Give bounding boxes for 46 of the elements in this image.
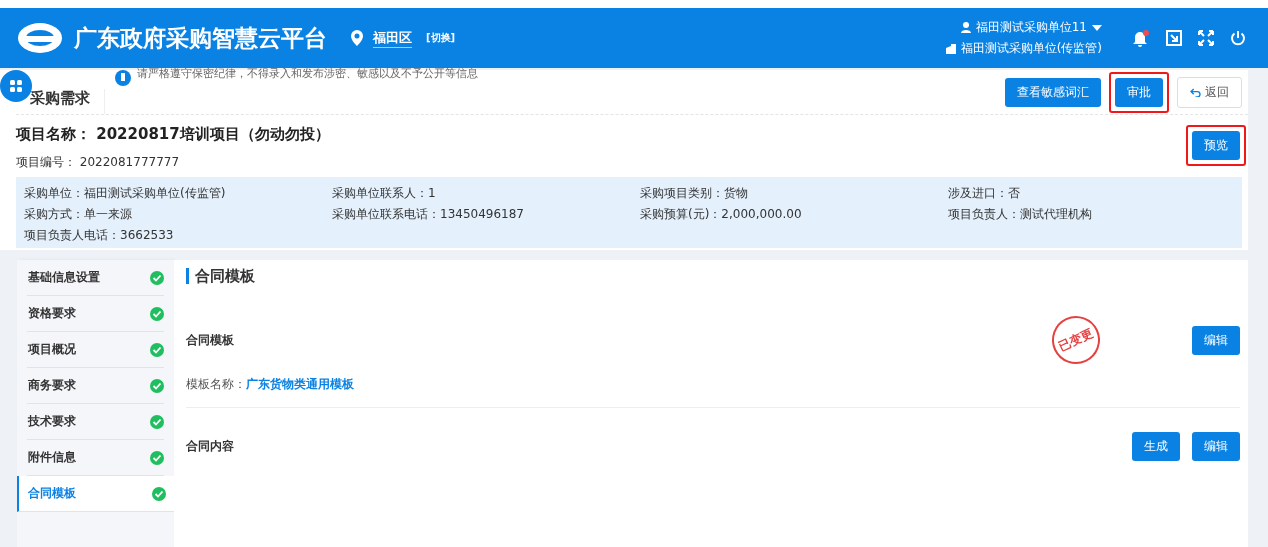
subsection-title: 合同模板 bbox=[186, 331, 234, 349]
template-link[interactable]: 广东货物类通用模板 bbox=[246, 377, 354, 391]
project-number: 项目编号： 2022081777777 bbox=[16, 154, 181, 171]
info-field: 采购单位：福田测试采购单位(传监管) bbox=[24, 185, 332, 202]
subsection-title: 合同内容 bbox=[186, 438, 234, 455]
info-field: 项目负责人电话：3662533 bbox=[24, 227, 332, 244]
action-button[interactable]: 审批 bbox=[1115, 77, 1163, 107]
dropdown-caret-icon[interactable] bbox=[1092, 24, 1102, 31]
region-name: 福田区 bbox=[373, 28, 412, 48]
preview-button[interactable]: 预览 bbox=[1192, 130, 1240, 160]
action-button[interactable]: 生成 bbox=[1132, 432, 1180, 461]
notice-text: 请严格遵守保密纪律，不得录入和发布涉密、敏感以及不予公开等信息 bbox=[137, 66, 478, 81]
building-icon bbox=[945, 43, 956, 54]
field-label: 模板名称： bbox=[186, 377, 246, 391]
step-item[interactable]: 技术要求 bbox=[27, 404, 164, 440]
user-name[interactable]: 福田测试采购单位11 bbox=[975, 19, 1087, 36]
app-grid-icon[interactable] bbox=[0, 70, 32, 102]
fullscreen-icon[interactable] bbox=[1198, 30, 1214, 46]
step-item[interactable]: 资格要求 bbox=[27, 296, 164, 332]
action-button[interactable]: 查看敏感词汇 bbox=[1005, 77, 1101, 107]
step-item[interactable]: 基础信息设置 bbox=[27, 260, 164, 296]
action-button[interactable]: 编辑 bbox=[1192, 432, 1240, 461]
info-field: 项目负责人：测试代理机构 bbox=[948, 206, 1234, 223]
section-heading: 合同模板 bbox=[186, 268, 1240, 284]
location-pin-icon bbox=[351, 30, 363, 46]
info-field: 采购单位联系人：1 bbox=[332, 185, 640, 202]
power-icon[interactable] bbox=[1230, 30, 1246, 46]
info-field: 采购预算(元)：2,000,000.00 bbox=[640, 206, 948, 223]
info-field: 采购单位联系电话：13450496187 bbox=[332, 206, 640, 223]
organization-name: 福田测试采购单位(传监管) bbox=[960, 40, 1102, 57]
step-item[interactable]: 商务要求 bbox=[27, 368, 164, 404]
site-title: 广东政府采购智慧云平台 bbox=[74, 23, 327, 53]
project-name: 项目名称： 20220817培训项目（勿动勿投） bbox=[16, 125, 330, 144]
step-item[interactable]: 项目概况 bbox=[27, 332, 164, 368]
return-arrow-icon bbox=[1190, 87, 1201, 97]
switch-link[interactable]: [切换] bbox=[426, 31, 456, 45]
info-field: 涉及进口：否 bbox=[948, 185, 1234, 202]
user-icon bbox=[960, 22, 971, 33]
info-field: 采购方式：单一来源 bbox=[24, 206, 332, 223]
notification-bell-icon[interactable] bbox=[1132, 29, 1150, 47]
window-icon[interactable] bbox=[1166, 30, 1182, 46]
back-button[interactable]: 返回 bbox=[1177, 76, 1242, 108]
step-item[interactable]: 合同模板 bbox=[17, 476, 174, 512]
action-button[interactable]: 编辑 bbox=[1192, 325, 1240, 355]
logo-icon bbox=[16, 21, 64, 55]
info-field: 采购项目类别：货物 bbox=[640, 185, 948, 202]
